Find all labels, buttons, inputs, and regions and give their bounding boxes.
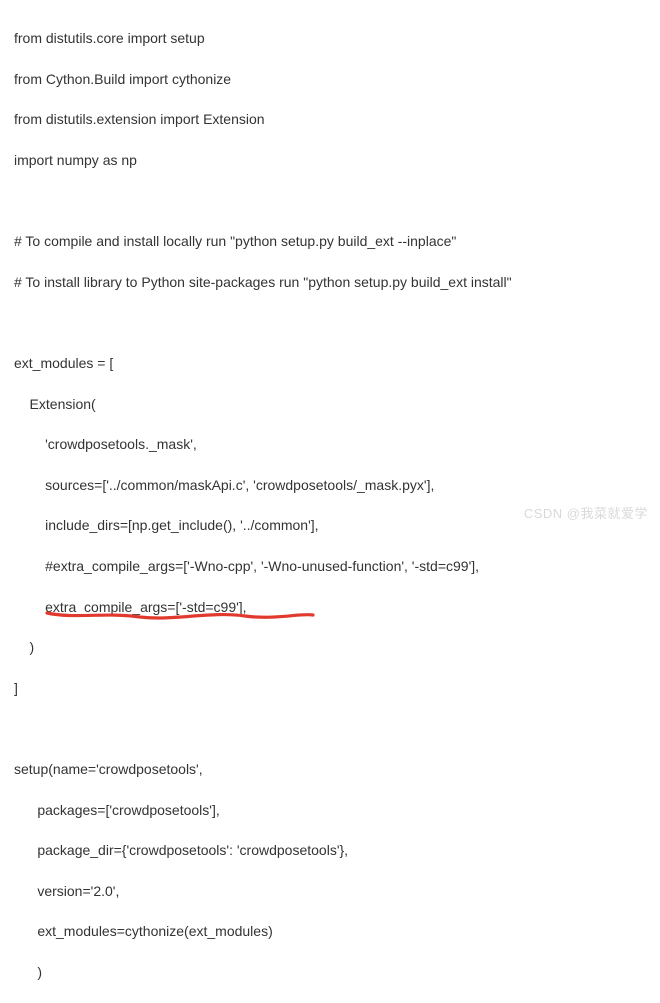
code-line: ] <box>14 678 646 698</box>
code-line <box>14 191 646 211</box>
code-line: ) <box>14 637 646 657</box>
code-line: sources=['../common/maskApi.c', 'crowdpo… <box>14 475 646 495</box>
code-line: ext_modules=cythonize(ext_modules) <box>14 921 646 941</box>
highlighted-code: extra_compile_args=['-std=c99'], <box>45 599 246 615</box>
code-line <box>14 312 646 332</box>
code-line: from Cython.Build import cythonize <box>14 69 646 89</box>
code-line: version='2.0', <box>14 881 646 901</box>
highlighted-text: extra_compile_args=['-std=c99'], <box>45 597 246 617</box>
code-line: packages=['crowdposetools'], <box>14 800 646 820</box>
code-line: # To install library to Python site-pack… <box>14 272 646 292</box>
code-line: setup(name='crowdposetools', <box>14 759 646 779</box>
code-line: #extra_compile_args=['-Wno-cpp', '-Wno-u… <box>14 556 646 576</box>
code-line: package_dir={'crowdposetools': 'crowdpos… <box>14 840 646 860</box>
code-line: import numpy as np <box>14 150 646 170</box>
watermark: CSDN @我菜就爱学 <box>524 505 648 524</box>
code-line-highlighted: extra_compile_args=['-std=c99'], <box>14 597 646 617</box>
code-line: from distutils.core import setup <box>14 28 646 48</box>
code-line: ) <box>14 962 646 982</box>
code-line: 'crowdposetools._mask', <box>14 434 646 454</box>
code-line: ext_modules = [ <box>14 353 646 373</box>
code-line: from distutils.extension import Extensio… <box>14 109 646 129</box>
code-line: Extension( <box>14 394 646 414</box>
code-line <box>14 718 646 738</box>
code-line: # To compile and install locally run "py… <box>14 231 646 251</box>
